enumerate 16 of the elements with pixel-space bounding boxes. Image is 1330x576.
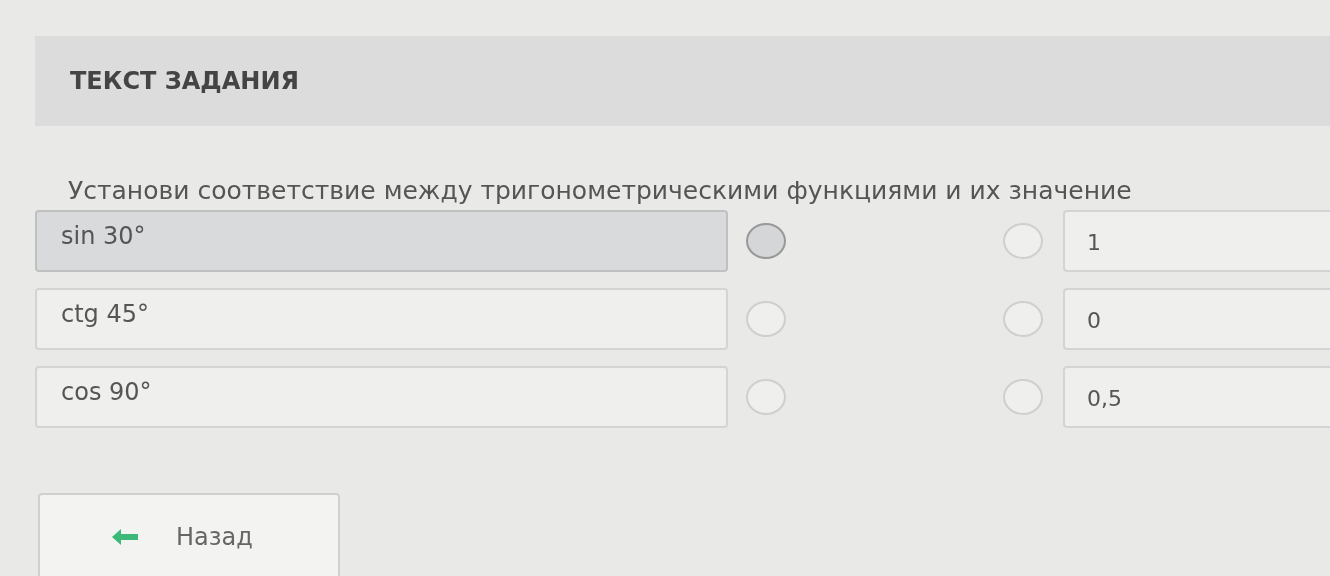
match-option[interactable]: 0: [1063, 288, 1330, 350]
connector-circle[interactable]: [745, 223, 786, 259]
match-option[interactable]: sin 30°: [35, 210, 728, 272]
task-title: ТЕКСТ ЗАДАНИЯ: [70, 67, 299, 95]
connector-circle[interactable]: [1003, 223, 1043, 259]
back-arrow-icon: [110, 527, 140, 547]
connector-circle[interactable]: [1003, 301, 1043, 337]
connector-circle[interactable]: [745, 301, 786, 337]
question-text: Установи соответствие между тригонометрическими функциями и их значение: [68, 176, 1133, 205]
match-option[interactable]: 0,5: [1063, 366, 1330, 428]
connector-circle[interactable]: [1003, 379, 1043, 415]
match-option[interactable]: cos 90°: [35, 366, 728, 428]
back-button[interactable]: Назад: [38, 493, 340, 576]
match-option[interactable]: ctg 45°: [35, 288, 728, 350]
match-option[interactable]: 1: [1063, 210, 1330, 272]
connector-circle[interactable]: [745, 379, 786, 415]
